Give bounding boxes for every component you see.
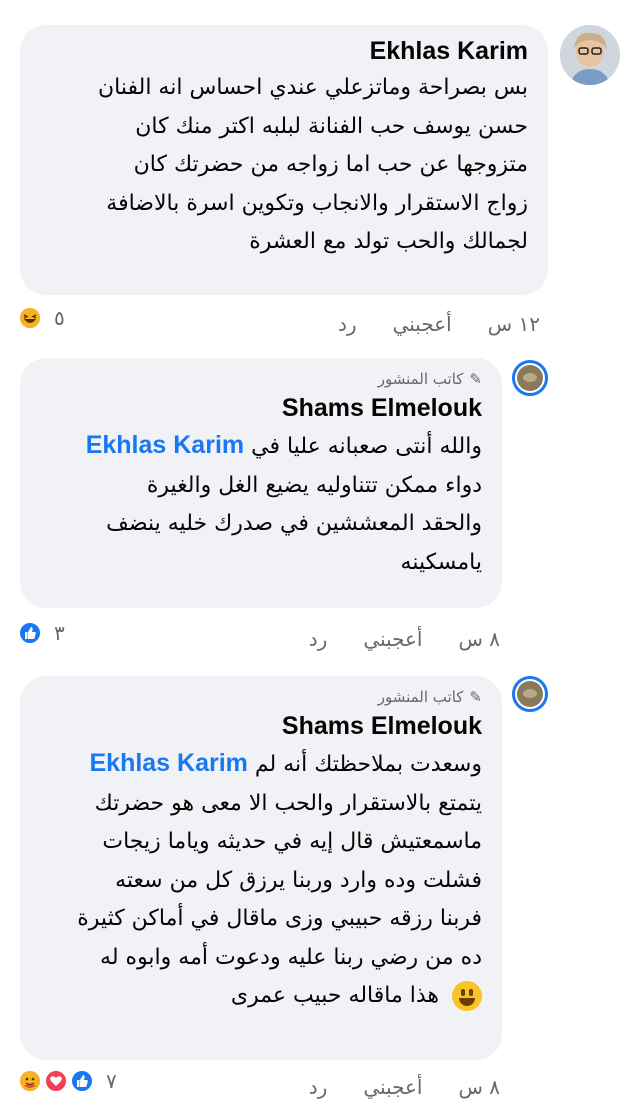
avatar[interactable] [560, 25, 620, 85]
comment-text: بس بصراحة وماتزعلي عندي احساس انه الفنان… [98, 75, 528, 254]
comment-time[interactable]: ٨ س [458, 627, 500, 651]
comment-actions: ١٢ س أعجبني رد [338, 312, 540, 336]
comment-author[interactable]: Ekhlas Karim [40, 33, 528, 69]
like-icon [18, 621, 42, 645]
reaction-count: ٧ [106, 1069, 117, 1093]
reply-button[interactable]: رد [338, 312, 357, 336]
author-tag: ✎ كاتب المنشور [40, 368, 482, 390]
avatar[interactable] [512, 676, 548, 712]
comment-bubble: ✎ كاتب المنشور Shams Elmelouk وسعدت بملا… [20, 676, 502, 1060]
avatar[interactable] [512, 360, 548, 396]
mention-link[interactable]: Ekhlas Karim [86, 431, 244, 459]
like-button[interactable]: أعجبني [363, 1075, 422, 1099]
comment-bubble: ✎ كاتب المنشور Shams Elmelouk والله أنتى… [20, 358, 502, 608]
comment-text-last-line: هذا ماقاله حبيب عمرى [40, 977, 482, 1016]
comment-actions: ٨ س أعجبني رد [309, 627, 500, 651]
comment-text-first-line: وسعدت بملاحظتك أنه لم Ekhlas Karim [40, 744, 482, 785]
reactions[interactable]: ٥ [18, 306, 65, 330]
grinning-emoji-icon [452, 981, 482, 1011]
pen-icon: ✎ [469, 688, 482, 706]
comment-text: دواء ممكن تتناوليه يضيع الغل والغيرة وال… [106, 472, 482, 575]
comment-time[interactable]: ٨ س [458, 1075, 500, 1099]
author-tag-label: كاتب المنشور [377, 370, 464, 388]
comment-text-before-mention: وسعدت بملاحظتك أنه لم [254, 752, 482, 777]
mention-link[interactable]: Ekhlas Karim [89, 749, 247, 777]
love-icon [44, 1069, 68, 1093]
comment-author[interactable]: Shams Elmelouk [40, 390, 482, 426]
reply-button[interactable]: رد [309, 627, 328, 651]
like-icon [70, 1069, 94, 1093]
comment-actions: ٨ س أعجبني رد [309, 1075, 500, 1099]
care-icon [18, 1069, 42, 1093]
haha-icon [18, 306, 42, 330]
comment-last-line: هذا ماقاله حبيب عمرى [230, 983, 439, 1008]
pen-icon: ✎ [469, 370, 482, 388]
comment-text-first-line: والله أنتى صعبانه عليا في Ekhlas Karim [40, 426, 482, 467]
like-button[interactable]: أعجبني [363, 627, 422, 651]
comment-time[interactable]: ١٢ س [488, 312, 540, 336]
comment-text-before-mention: والله أنتى صعبانه عليا في [251, 434, 482, 459]
reactions[interactable]: ٣ [18, 621, 65, 645]
author-tag: ✎ كاتب المنشور [40, 686, 482, 708]
comment-text: يتمتع بالاستقرار والحب الا معى هو حضرتك … [77, 790, 482, 970]
reactions[interactable]: ٧ [18, 1069, 117, 1093]
author-tag-label: كاتب المنشور [377, 688, 464, 706]
reaction-count: ٥ [54, 306, 65, 330]
like-button[interactable]: أعجبني [393, 312, 452, 336]
comment-author[interactable]: Shams Elmelouk [40, 708, 482, 744]
reaction-count: ٣ [54, 621, 65, 645]
comment-bubble: Ekhlas Karim بس بصراحة وماتزعلي عندي احس… [20, 25, 548, 295]
reply-button[interactable]: رد [309, 1075, 328, 1099]
